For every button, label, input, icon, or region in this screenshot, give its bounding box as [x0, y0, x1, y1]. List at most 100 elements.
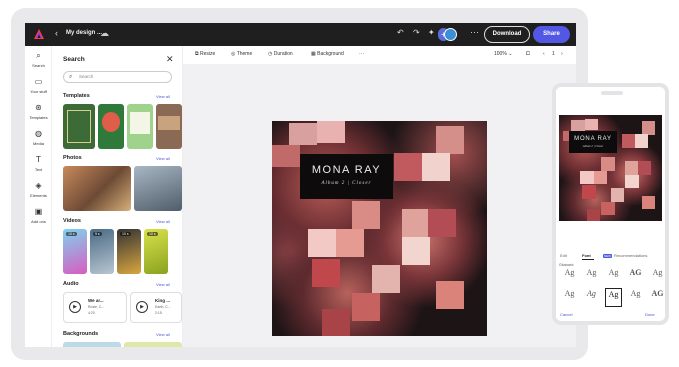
backgrounds-view-all-link[interactable]: View all	[156, 332, 170, 337]
play-icon[interactable]: ▶	[136, 301, 148, 313]
font-sample: Ag	[564, 289, 575, 298]
pink-square	[641, 121, 656, 135]
zoom-select[interactable]: 100% ⌄	[494, 51, 512, 57]
background-thumb[interactable]	[124, 342, 182, 347]
photos-heading: Photos	[63, 155, 82, 161]
theme-button[interactable]: ◎ Theme	[231, 51, 252, 57]
video-duration-badge: 9 s	[93, 232, 102, 236]
done-button[interactable]: Done	[645, 312, 655, 317]
zoom-value: 100%	[494, 51, 507, 57]
more-options-button[interactable]: ···	[359, 51, 364, 57]
pink-square	[637, 161, 652, 175]
photo-thumb[interactable]	[134, 166, 182, 211]
download-button[interactable]: Download	[484, 26, 530, 43]
font-option[interactable]: Ag	[605, 288, 622, 307]
rail-item-search[interactable]: ⌕ Search	[25, 51, 52, 68]
pink-square	[611, 188, 625, 202]
pink-square	[402, 209, 430, 237]
font-option[interactable]: AG	[649, 288, 665, 307]
audio-track[interactable]: ▶ We ar... Rosie, C... 4:20	[63, 292, 127, 323]
video-duration-badge: 10 s	[147, 232, 158, 236]
videos-view-all-link[interactable]: View all	[156, 219, 170, 224]
text-icon: T	[36, 155, 41, 164]
rail-item-add-ons[interactable]: ▣ Add ons	[25, 207, 52, 224]
rail-item-elements[interactable]: ◈ Elements	[25, 181, 52, 198]
track-artist: Earth, C...	[155, 305, 171, 309]
font-option[interactable]: Ag	[649, 267, 665, 286]
search-icon: ⌕	[69, 74, 73, 80]
avatar[interactable]	[444, 28, 457, 41]
play-icon[interactable]: ▶	[69, 301, 81, 313]
tab-indicator	[582, 259, 594, 260]
background-thumb[interactable]	[63, 342, 121, 347]
track-duration: 4:20	[88, 311, 95, 315]
templates-view-all-link[interactable]: View all	[156, 94, 170, 99]
template-thumb[interactable]	[156, 104, 182, 149]
pink-square	[593, 170, 608, 185]
pink-square	[635, 134, 649, 148]
album-artwork[interactable]: MONA RAY Album 2 | Closer	[272, 121, 487, 336]
font-option[interactable]: Ag	[561, 288, 578, 307]
rail-item-your-stuff[interactable]: ▭ Your stuff	[25, 77, 52, 94]
resize-button[interactable]: ⧉ Resize	[195, 51, 215, 57]
template-thumb[interactable]	[63, 104, 95, 149]
tab-recommendations[interactable]: Recommendations	[614, 253, 647, 258]
media-icon: ◍	[35, 129, 42, 138]
more-icon[interactable]: ···	[470, 27, 479, 37]
design-title[interactable]: My design ...	[66, 30, 102, 36]
title-block[interactable]: MONA RAY Album 2 | Closer	[300, 154, 393, 199]
rail-item-label: Media	[33, 141, 44, 146]
audio-view-all-link[interactable]: View all	[156, 282, 170, 287]
video-thumb[interactable]: 10 s	[144, 229, 168, 274]
page-number: 1	[552, 51, 555, 57]
background-button[interactable]: ▦ Background	[311, 51, 344, 57]
app-window: ‹ My design ... ☁ ↶ ↷ ✦ + ··· Download S…	[25, 23, 576, 347]
cancel-button[interactable]: Cancel	[560, 312, 572, 317]
photo-thumb[interactable]	[63, 166, 131, 211]
font-option[interactable]: Ag	[561, 267, 578, 286]
rail-item-templates[interactable]: ⊛ Templates	[25, 103, 52, 120]
pink-square	[436, 126, 464, 154]
lightbulb-icon[interactable]: ✦	[428, 28, 435, 37]
share-button[interactable]: Share	[533, 26, 570, 43]
panel-title: Search	[63, 56, 85, 63]
duration-button[interactable]: ◷ Duration	[268, 51, 293, 57]
rail-item-media[interactable]: ◍ Media	[25, 129, 52, 146]
pages-icon[interactable]: ⧠	[526, 51, 530, 57]
template-thumb[interactable]	[98, 104, 124, 149]
font-option[interactable]: Ag	[605, 267, 622, 286]
elements-icon: ◈	[35, 181, 42, 190]
phone-album-artwork[interactable]: MONA RAY Album 2 | Closer	[559, 115, 662, 221]
adobe-express-logo[interactable]	[33, 28, 45, 40]
redo-icon[interactable]: ↷	[413, 28, 420, 37]
tab-font[interactable]: Font	[582, 253, 591, 258]
back-chevron-icon[interactable]: ‹	[55, 28, 58, 38]
video-thumb[interactable]: 10 s	[63, 229, 87, 274]
font-option[interactable]: Ag	[627, 288, 644, 307]
video-thumb[interactable]: 9 s	[90, 229, 114, 274]
search-input[interactable]: ⌕ Search	[63, 71, 172, 83]
font-option[interactable]: Ag	[583, 267, 600, 286]
font-option[interactable]: AG	[627, 267, 644, 286]
audio-track[interactable]: ▶ King ... Earth, C... 2:15	[130, 292, 182, 323]
photos-view-all-link[interactable]: View all	[156, 156, 170, 161]
close-icon[interactable]: ✕	[166, 54, 174, 65]
undo-icon[interactable]: ↶	[397, 28, 404, 37]
pink-square	[582, 185, 596, 199]
tab-edit[interactable]: Edit	[560, 253, 567, 258]
search-placeholder: Search	[79, 74, 94, 79]
font-option[interactable]: Ag	[583, 288, 600, 307]
pink-square	[580, 170, 594, 185]
pink-square	[402, 237, 430, 265]
pink-square	[422, 153, 450, 181]
rail-item-text[interactable]: T Text	[25, 155, 52, 172]
video-thumb[interactable]: 10 s	[117, 229, 141, 274]
template-thumb[interactable]	[127, 104, 153, 149]
duration-label: Duration	[273, 51, 293, 57]
videos-heading: Videos	[63, 218, 81, 224]
new-badge: NEW	[603, 254, 612, 258]
prev-page-icon[interactable]: ‹	[543, 51, 545, 57]
pink-square	[394, 153, 422, 181]
pink-square	[336, 229, 364, 257]
next-page-icon[interactable]: ›	[561, 51, 563, 57]
